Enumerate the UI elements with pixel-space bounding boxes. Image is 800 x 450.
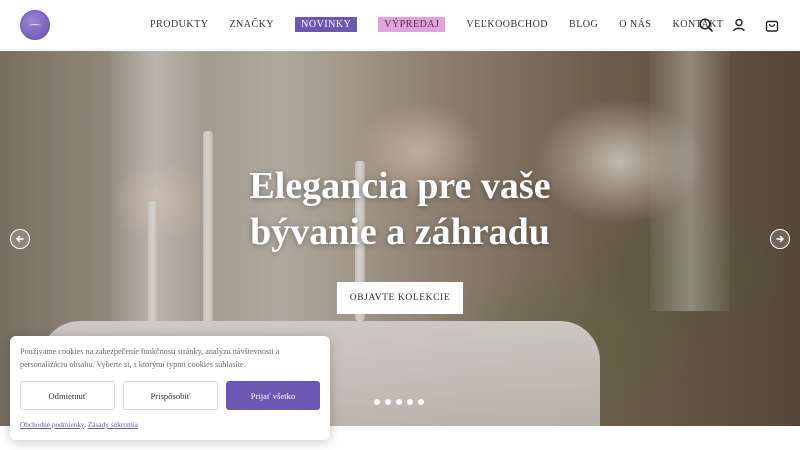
cookie-text: Používame cookies na zabezpečenie funkčn… xyxy=(20,347,280,369)
user-icon[interactable] xyxy=(731,17,747,33)
hero-title-line-2: bývanie a záhradu xyxy=(250,211,550,253)
nav-item-produkty[interactable]: PRODUKTY xyxy=(150,17,208,32)
header-actions xyxy=(698,17,780,33)
reject-cookies-button[interactable]: Odmietnuť xyxy=(20,381,115,410)
site-header: PRODUKTY ZNAČKY NOVINKY VÝPREDAJ VEĽKOOB… xyxy=(0,0,800,50)
arrow-left-icon xyxy=(16,235,24,243)
main-nav: PRODUKTY ZNAČKY NOVINKY VÝPREDAJ VEĽKOOB… xyxy=(150,17,745,32)
nav-item-velkoobchod[interactable]: VEĽKOOBCHOD xyxy=(466,17,548,32)
slider-pagination xyxy=(374,399,424,405)
privacy-link[interactable]: Zásady súkromia xyxy=(88,420,138,429)
hero-title: Elegancia pre vaše bývanie a záhradu xyxy=(200,163,600,255)
accept-all-cookies-button[interactable]: Prijať všetko xyxy=(226,381,320,410)
brand-logo[interactable] xyxy=(20,10,50,40)
slider-dot[interactable] xyxy=(385,399,391,405)
hero-title-line-1: Elegancia pre vaše xyxy=(249,165,551,207)
cookie-banner: Používame cookies na zabezpečenie funkčn… xyxy=(10,336,330,440)
slider-dot[interactable] xyxy=(407,399,413,405)
slider-dot[interactable] xyxy=(374,399,380,405)
customize-cookies-button[interactable]: Prispôsobiť xyxy=(123,381,218,410)
nav-item-znacky[interactable]: ZNAČKY xyxy=(229,17,274,32)
terms-link[interactable]: Obchodné podmienky xyxy=(20,420,84,429)
cart-icon[interactable] xyxy=(764,17,780,33)
arrow-right-icon xyxy=(776,235,784,243)
slider-next-button[interactable] xyxy=(770,229,790,249)
slider-dot[interactable] xyxy=(396,399,402,405)
nav-item-novinky[interactable]: NOVINKY xyxy=(295,17,358,32)
slider-dot[interactable] xyxy=(418,399,424,405)
nav-item-o-nas[interactable]: O NÁS xyxy=(619,17,651,32)
search-icon[interactable] xyxy=(698,17,714,33)
link-separator: , xyxy=(84,420,86,429)
nav-item-blog[interactable]: BLOG xyxy=(569,17,598,32)
hero-cta-button[interactable]: OBJAVTE KOLEKCIE xyxy=(337,282,463,314)
cookie-links: Obchodné podmienky, Zásady súkromia xyxy=(20,420,138,429)
slider-prev-button[interactable] xyxy=(10,229,30,249)
nav-item-vypredaj[interactable]: VÝPREDAJ xyxy=(378,17,446,32)
